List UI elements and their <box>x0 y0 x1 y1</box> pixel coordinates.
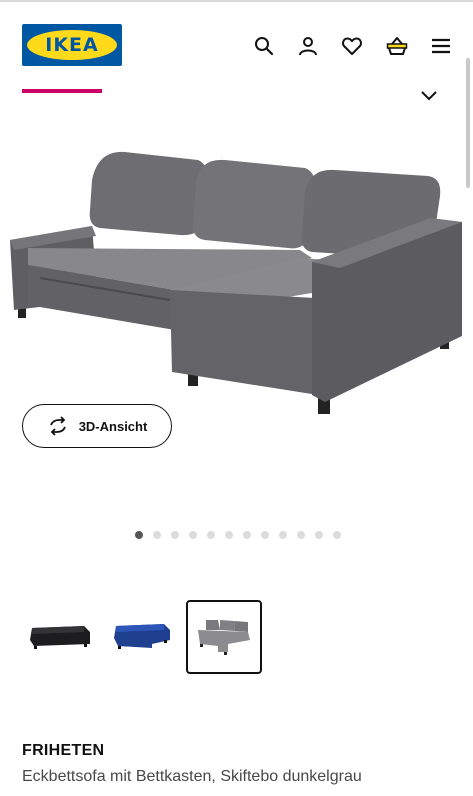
heart-icon[interactable] <box>340 34 364 58</box>
rotate-3d-icon <box>47 415 69 437</box>
search-icon[interactable] <box>252 34 276 58</box>
image-carousel-dots <box>0 531 473 543</box>
user-icon[interactable] <box>296 34 320 58</box>
basket-icon[interactable] <box>385 34 409 58</box>
thumbnail-grey-sofa[interactable] <box>186 600 262 674</box>
header: IKEA <box>0 0 473 80</box>
carousel-dot[interactable] <box>333 531 341 539</box>
carousel-dot[interactable] <box>207 531 215 539</box>
active-tab-indicator <box>22 89 102 93</box>
menu-icon[interactable] <box>429 34 453 58</box>
product-name: FRIHETEN <box>22 742 105 759</box>
carousel-dot[interactable] <box>171 531 179 539</box>
carousel-dot[interactable] <box>261 531 269 539</box>
view-3d-label: 3D-Ansicht <box>78 418 148 434</box>
product-image[interactable] <box>0 140 473 420</box>
carousel-dot[interactable] <box>279 531 287 539</box>
logo-text: IKEA <box>45 34 99 56</box>
carousel-dot[interactable] <box>135 531 143 539</box>
thumbnail-black-sofa[interactable] <box>24 600 100 674</box>
carousel-dot[interactable] <box>315 531 323 539</box>
logo-oval: IKEA <box>27 30 117 60</box>
chevron-down-icon[interactable] <box>418 84 440 106</box>
ikea-logo[interactable]: IKEA <box>22 24 122 66</box>
view-3d-button[interactable]: 3D-Ansicht <box>22 404 172 448</box>
thumbnail-blue-sofa[interactable] <box>106 600 182 674</box>
carousel-dot[interactable] <box>297 531 305 539</box>
product-description: Eckbettsofa mit Bettkasten, Skiftebo dun… <box>22 768 362 785</box>
carousel-dot[interactable] <box>225 531 233 539</box>
carousel-dot[interactable] <box>189 531 197 539</box>
carousel-dot[interactable] <box>243 531 251 539</box>
carousel-dot[interactable] <box>153 531 161 539</box>
